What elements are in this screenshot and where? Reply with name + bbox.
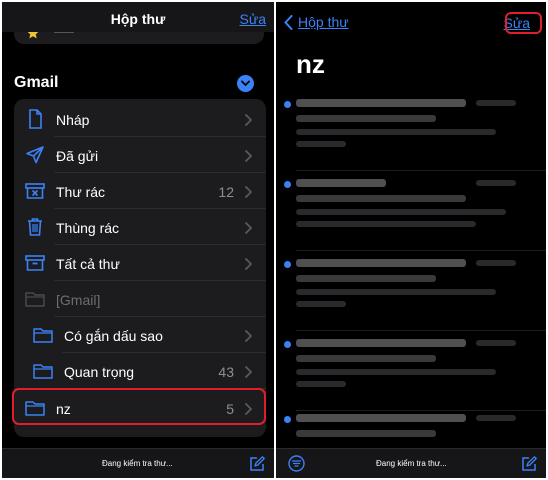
nz-highlight-box bbox=[12, 388, 266, 425]
message-sender bbox=[296, 99, 466, 107]
message-sender bbox=[296, 414, 466, 422]
mailbox-label: Đã gửi bbox=[56, 148, 99, 164]
folder-panel: Hộp thư Sửa nz Đang kiểm tra thư... bbox=[276, 2, 546, 478]
message-sender bbox=[296, 259, 466, 267]
message-preview bbox=[296, 221, 476, 227]
message-date bbox=[476, 260, 516, 266]
bottom-toolbar: Đang kiểm tra thư... bbox=[2, 448, 274, 478]
message-sender bbox=[296, 339, 466, 347]
unread-dot bbox=[284, 101, 291, 108]
mailbox-all-mail[interactable]: Tất cả thư bbox=[14, 245, 266, 281]
message-preview bbox=[296, 369, 496, 375]
mailbox-junk[interactable]: Thư rác 12 bbox=[14, 173, 266, 209]
unread-dot bbox=[284, 181, 291, 188]
edit-highlight-box bbox=[505, 12, 542, 34]
mailbox-list: Nháp Đã gửi Thư rác 12 Thùng rác Tất cả … bbox=[14, 99, 266, 437]
unread-count: 12 bbox=[218, 184, 234, 200]
mailbox-drafts[interactable]: Nháp bbox=[14, 101, 266, 137]
divider bbox=[296, 330, 546, 331]
list-item[interactable] bbox=[14, 32, 264, 44]
message-date bbox=[476, 415, 516, 421]
unread-dot bbox=[284, 341, 291, 348]
folder-icon bbox=[24, 289, 46, 309]
junk-icon bbox=[24, 181, 46, 201]
compose-icon[interactable] bbox=[521, 456, 537, 477]
sent-icon bbox=[24, 145, 46, 165]
message-item[interactable] bbox=[276, 173, 546, 253]
mailbox-label: Có gắn dấu sao bbox=[64, 328, 163, 344]
mailbox-label: Nháp bbox=[56, 112, 90, 128]
message-subject bbox=[296, 355, 436, 362]
chevron-down-icon[interactable] bbox=[237, 75, 254, 92]
message-item[interactable] bbox=[276, 93, 546, 173]
mailbox-sent[interactable]: Đã gửi bbox=[14, 137, 266, 173]
message-date bbox=[476, 100, 516, 106]
message-subject bbox=[296, 430, 436, 437]
folder-icon bbox=[32, 361, 54, 381]
bottom-toolbar: Đang kiểm tra thư... bbox=[276, 448, 546, 478]
mailbox-label: [Gmail] bbox=[56, 292, 101, 308]
message-preview bbox=[296, 289, 496, 295]
mailbox-gmail-group: [Gmail] bbox=[14, 281, 266, 317]
edit-button[interactable]: Sửa bbox=[240, 11, 267, 27]
status-text: Đang kiểm tra thư... bbox=[376, 459, 447, 468]
message-preview bbox=[296, 381, 346, 387]
mailbox-label: Quan trọng bbox=[64, 364, 135, 380]
message-sender bbox=[296, 179, 386, 187]
list-item-label bbox=[54, 32, 74, 33]
page-title: Hộp thư bbox=[110, 11, 166, 27]
mailbox-important[interactable]: Quan trọng 43 bbox=[14, 353, 266, 389]
navigation-bar: Hộp thư Sửa bbox=[2, 2, 274, 32]
status-text: Đang kiểm tra thư... bbox=[102, 459, 173, 468]
folder-icon bbox=[32, 325, 54, 345]
chevron-right-icon bbox=[245, 257, 253, 275]
message-subject bbox=[296, 195, 466, 202]
compose-icon[interactable] bbox=[249, 456, 265, 477]
chevron-right-icon bbox=[245, 365, 253, 383]
chevron-right-icon bbox=[245, 221, 253, 239]
star-icon bbox=[26, 32, 40, 44]
back-label: Hộp thư bbox=[298, 14, 349, 30]
message-subject bbox=[296, 115, 436, 122]
filter-icon[interactable] bbox=[288, 455, 305, 477]
message-item[interactable] bbox=[276, 253, 546, 333]
message-date bbox=[476, 180, 516, 186]
unread-dot bbox=[284, 416, 291, 423]
archive-icon bbox=[24, 253, 46, 273]
trash-icon bbox=[24, 217, 46, 237]
folder-title: nz bbox=[296, 49, 325, 79]
mailbox-label: Tất cả thư bbox=[56, 256, 120, 272]
unread-dot bbox=[284, 261, 291, 268]
message-preview bbox=[296, 129, 496, 135]
mailboxes-panel: Hộp thư Sửa Gmail Nháp Đã gửi Thư rác 12… bbox=[2, 2, 274, 478]
message-preview bbox=[296, 209, 506, 215]
message-item[interactable] bbox=[276, 333, 546, 413]
mailbox-label: Thư rác bbox=[56, 184, 106, 200]
message-date bbox=[476, 340, 516, 346]
unread-count: 43 bbox=[218, 364, 234, 380]
mailbox-trash[interactable]: Thùng rác bbox=[14, 209, 266, 245]
message-preview bbox=[296, 301, 346, 307]
chevron-right-icon bbox=[245, 113, 253, 131]
chevron-right-icon bbox=[245, 329, 253, 347]
chevron-right-icon bbox=[245, 185, 253, 203]
message-subject bbox=[296, 275, 436, 282]
account-section-title[interactable]: Gmail bbox=[14, 74, 58, 92]
divider bbox=[296, 170, 546, 171]
draft-icon bbox=[24, 109, 46, 129]
mailbox-starred[interactable]: Có gắn dấu sao bbox=[14, 317, 266, 353]
chevron-right-icon bbox=[245, 149, 253, 167]
message-preview bbox=[296, 141, 346, 147]
divider bbox=[296, 250, 546, 251]
mailbox-label: Thùng rác bbox=[56, 220, 120, 236]
